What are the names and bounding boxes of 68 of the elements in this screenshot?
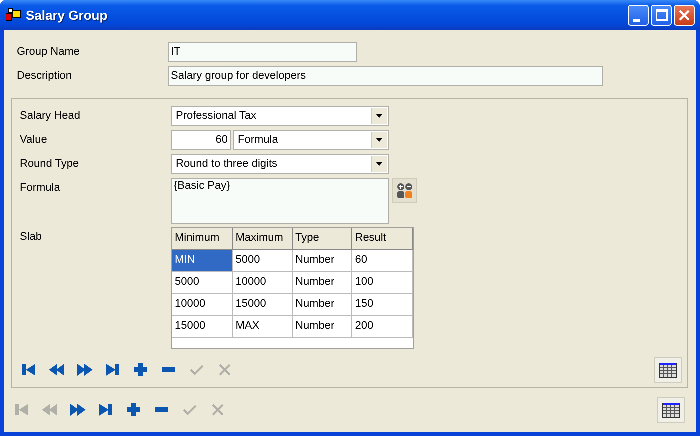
plus-button[interactable] — [133, 362, 149, 378]
calculator-button[interactable] — [392, 178, 417, 203]
table-cell[interactable]: Number — [292, 316, 352, 338]
table-cell[interactable]: 10000 — [232, 272, 292, 294]
input-field[interactable]: IT — [168, 42, 357, 62]
app-icon — [6, 8, 22, 22]
first-record-icon — [14, 402, 30, 418]
first-record-button[interactable] — [21, 362, 37, 378]
field-label: Slab — [19, 230, 44, 243]
field-label: Formula — [19, 181, 62, 194]
column-header[interactable]: Type — [292, 228, 352, 250]
table-cell[interactable]: 100 — [352, 272, 413, 294]
field-label: Value — [19, 134, 48, 146]
dropdown[interactable]: Formula — [233, 130, 389, 150]
table-cell[interactable]: 10000 — [172, 294, 233, 316]
table-cell[interactable]: Number — [292, 272, 352, 294]
table-cell[interactable]: 200 — [352, 316, 413, 338]
close-icon — [217, 362, 233, 378]
table-cell[interactable]: 5000 — [172, 272, 233, 294]
last-record-button[interactable] — [105, 362, 121, 378]
maximize-button[interactable] — [651, 4, 672, 26]
fast-forward-icon — [77, 362, 93, 378]
fast-forward-button[interactable] — [77, 362, 93, 378]
minimize-button[interactable] — [628, 4, 649, 26]
table-cell[interactable]: Number — [292, 294, 352, 316]
table-icon — [659, 362, 677, 378]
plus-icon — [126, 402, 142, 418]
rewind-icon — [42, 402, 58, 418]
formula-field[interactable]: {Basic Pay} — [171, 178, 389, 224]
field-label: Group Name — [16, 46, 81, 58]
field-label: Round Type — [19, 158, 80, 170]
field-label: Salary Head — [19, 110, 82, 122]
table-view-button[interactable] — [654, 357, 682, 383]
last-record-icon — [98, 402, 114, 418]
table-cell[interactable]: Number — [292, 250, 352, 272]
first-record-icon — [21, 362, 37, 378]
last-record-button[interactable] — [98, 402, 114, 418]
input-field[interactable]: 60 — [171, 130, 231, 150]
table-cell[interactable]: 150 — [352, 294, 413, 316]
rewind-icon — [49, 362, 65, 378]
column-header[interactable]: Minimum — [172, 228, 233, 250]
minimize-icon — [633, 18, 640, 22]
table-cell[interactable]: MIN — [172, 250, 233, 272]
table-view-button[interactable] — [657, 397, 685, 423]
table-cell[interactable]: 15000 — [232, 294, 292, 316]
plus-button[interactable] — [126, 402, 142, 418]
column-header[interactable]: Result — [352, 228, 413, 250]
close-icon — [210, 402, 226, 418]
calculator-icon — [396, 182, 412, 198]
rewind-button[interactable] — [49, 362, 65, 378]
table-cell[interactable]: 60 — [352, 250, 413, 272]
table-icon — [662, 402, 680, 418]
table-cell[interactable]: 5000 — [232, 250, 292, 272]
close-button[interactable] — [674, 4, 695, 26]
dropdown[interactable]: Professional Tax — [171, 106, 389, 126]
last-record-icon — [105, 362, 121, 378]
field-label: Description — [16, 70, 74, 82]
maximize-icon — [656, 9, 668, 21]
input-field[interactable]: Salary group for developers — [168, 66, 603, 86]
table-cell[interactable]: MAX — [232, 316, 292, 338]
dropdown[interactable]: Round to three digits — [171, 154, 389, 174]
close-icon — [679, 10, 690, 20]
fast-forward-icon — [70, 402, 86, 418]
table-cell[interactable]: 15000 — [172, 316, 233, 338]
fast-forward-button[interactable] — [70, 402, 86, 418]
plus-icon — [133, 362, 149, 378]
window-title: Salary Group — [26, 8, 108, 22]
column-header[interactable]: Maximum — [232, 228, 292, 250]
